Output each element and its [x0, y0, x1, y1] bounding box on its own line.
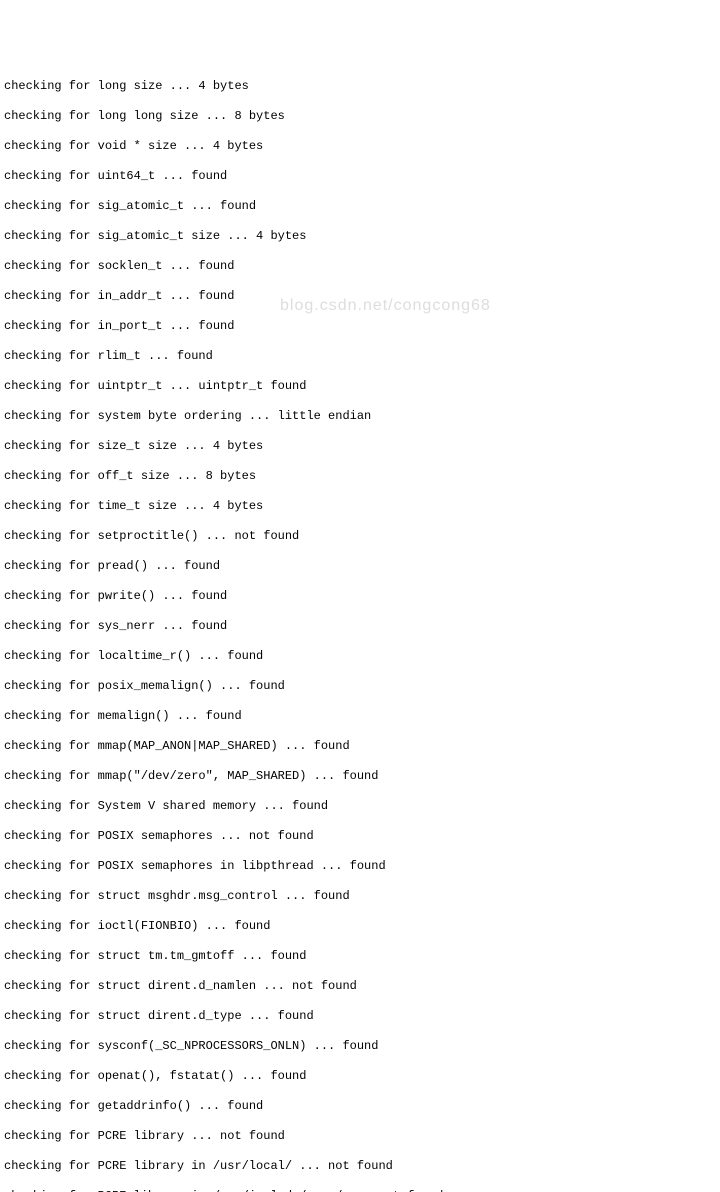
- output-line: checking for openat(), fstatat() ... fou…: [4, 1069, 716, 1084]
- output-line: checking for pwrite() ... found: [4, 589, 716, 604]
- output-line: checking for POSIX semaphores in libpthr…: [4, 859, 716, 874]
- terminal-output: checking for long size ... 4 bytes check…: [4, 64, 716, 1192]
- output-line: checking for posix_memalign() ... found: [4, 679, 716, 694]
- output-line: checking for pread() ... found: [4, 559, 716, 574]
- output-line: checking for size_t size ... 4 bytes: [4, 439, 716, 454]
- output-line: checking for in_port_t ... found: [4, 319, 716, 334]
- output-line: checking for memalign() ... found: [4, 709, 716, 724]
- output-line: checking for struct msghdr.msg_control .…: [4, 889, 716, 904]
- output-line: checking for socklen_t ... found: [4, 259, 716, 274]
- output-line: checking for time_t size ... 4 bytes: [4, 499, 716, 514]
- output-line: checking for PCRE library in /usr/includ…: [4, 1189, 716, 1192]
- output-line: checking for uintptr_t ... uintptr_t fou…: [4, 379, 716, 394]
- output-line: checking for ioctl(FIONBIO) ... found: [4, 919, 716, 934]
- output-line: checking for sig_atomic_t ... found: [4, 199, 716, 214]
- output-line: checking for POSIX semaphores ... not fo…: [4, 829, 716, 844]
- output-line: checking for uint64_t ... found: [4, 169, 716, 184]
- output-line: checking for off_t size ... 8 bytes: [4, 469, 716, 484]
- output-line: checking for long size ... 4 bytes: [4, 79, 716, 94]
- output-line: checking for System V shared memory ... …: [4, 799, 716, 814]
- output-line: checking for in_addr_t ... found: [4, 289, 716, 304]
- output-line: checking for mmap("/dev/zero", MAP_SHARE…: [4, 769, 716, 784]
- output-line: checking for mmap(MAP_ANON|MAP_SHARED) .…: [4, 739, 716, 754]
- output-line: checking for rlim_t ... found: [4, 349, 716, 364]
- output-line: checking for sig_atomic_t size ... 4 byt…: [4, 229, 716, 244]
- output-line: checking for struct tm.tm_gmtoff ... fou…: [4, 949, 716, 964]
- output-line: checking for setproctitle() ... not foun…: [4, 529, 716, 544]
- output-line: checking for PCRE library in /usr/local/…: [4, 1159, 716, 1174]
- output-line: checking for system byte ordering ... li…: [4, 409, 716, 424]
- output-line: checking for sys_nerr ... found: [4, 619, 716, 634]
- output-line: checking for PCRE library ... not found: [4, 1129, 716, 1144]
- output-line: checking for long long size ... 8 bytes: [4, 109, 716, 124]
- output-line: checking for localtime_r() ... found: [4, 649, 716, 664]
- output-line: checking for struct dirent.d_type ... fo…: [4, 1009, 716, 1024]
- output-line: checking for struct dirent.d_namlen ... …: [4, 979, 716, 994]
- output-line: checking for void * size ... 4 bytes: [4, 139, 716, 154]
- output-line: checking for sysconf(_SC_NPROCESSORS_ONL…: [4, 1039, 716, 1054]
- output-line: checking for getaddrinfo() ... found: [4, 1099, 716, 1114]
